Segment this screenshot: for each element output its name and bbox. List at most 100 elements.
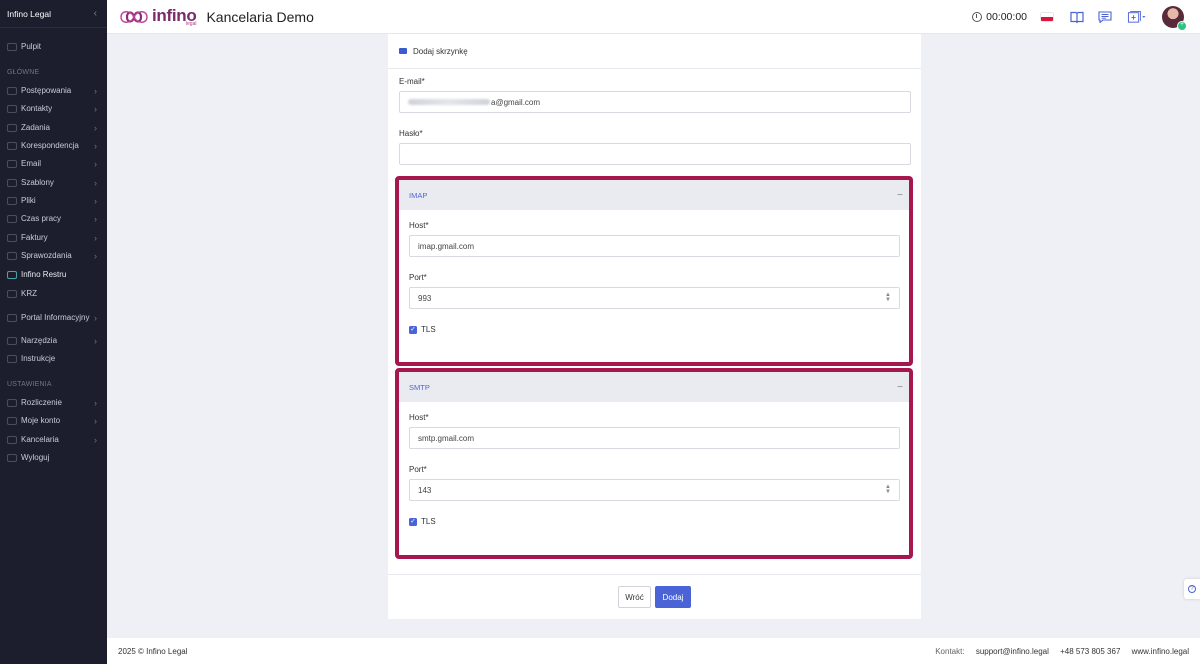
smtp-panel-header[interactable]: SMTP − [399,372,909,402]
chevron-right-icon: › [94,251,97,261]
checkmark-icon: ✓ [409,325,417,334]
sidebar-item-faktury[interactable]: Faktury › [0,232,107,244]
sidebar-item-moje-konto[interactable]: Moje konto › [0,415,107,427]
collapse-icon[interactable]: − [897,382,903,393]
sidebar-item-label: KRZ [21,289,37,298]
smtp-host-input[interactable]: smtp.gmail.com [409,427,900,449]
status-badge: + [1177,21,1187,31]
add-window-icon[interactable] [1126,11,1148,23]
sidebar-item-korespondencja[interactable]: Korespondencja › [0,140,107,152]
sidebar-item-label: Narzędzia [21,336,58,345]
sidebar-item-postępowania[interactable]: Postępowania › [0,85,107,97]
sidebar-item-narzędzia[interactable]: Narzędzia › [0,335,107,347]
imap-panel-header[interactable]: IMAP − [399,180,909,210]
sidebar-item-email[interactable]: Email › [0,158,107,170]
logo[interactable]: infino legal [119,7,197,27]
chat-icon[interactable] [1098,11,1112,23]
mail-icon [7,142,17,150]
smtp-port-stepper[interactable]: 143 ▲ ▼ [409,479,900,501]
collapse-icon[interactable]: − [897,190,903,201]
chevron-right-icon: › [94,336,97,346]
sidebar-item-infino-restru[interactable]: Infino Restru [0,269,107,281]
sidebar-item-kontakty[interactable]: Kontakty › [0,103,107,115]
clock-icon [972,12,983,22]
imap-tls-checkbox[interactable]: ✓ TLS [409,325,436,334]
infinity-icon [7,271,17,279]
smtp-title: SMTP [409,382,430,392]
sidebar-item-rozliczenie[interactable]: Rozliczenie › [0,397,107,409]
sidebar-item-kancelaria[interactable]: Kancelaria › [0,434,107,446]
email-field[interactable]: a@gmail.com [399,91,911,113]
submit-button[interactable]: Dodaj [655,586,691,608]
chevron-right-icon: › [94,214,97,224]
sidebar-item-label: Pliki [21,196,36,205]
envelope-icon [399,48,407,54]
sidebar-item-label: Sprawozdania [21,251,72,260]
imap-port-stepper[interactable]: 993 ▲ ▼ [409,287,900,309]
work-timer[interactable]: 00:00:00 [972,11,1027,23]
page-footer: 2025 © Infino Legal Kontakt: support@inf… [107,638,1200,664]
sidebar-item-label: Portal Informacyjny [21,313,90,322]
sidebar: Infino Legal ‹ Pulpit GŁÓWNE Postępowani… [0,0,107,664]
email-value: a@gmail.com [491,97,541,107]
sidebar-item-instrukcje[interactable]: Instrukcje [0,353,107,365]
back-button[interactable]: Wróć [618,586,651,608]
imap-port-label: Port* [409,273,427,282]
clock-icon [7,215,17,223]
chevron-right-icon: › [94,398,97,408]
sidebar-item-sprawozdania[interactable]: Sprawozdania › [0,250,107,262]
sidebar-item-label: Rozliczenie [21,398,62,407]
sidebar-item-label: Korespondencja [21,141,79,150]
chevron-right-icon: › [94,104,97,114]
card-title: Dodaj skrzynkę [413,46,468,56]
chevron-right-icon: › [94,416,97,426]
tools-icon [7,337,17,345]
book-icon [7,355,17,363]
sidebar-item-label: Zadania [21,123,50,132]
sidebar-item-szablony[interactable]: Szablony › [0,177,107,189]
sidebar-item-czas-pracy[interactable]: Czas pracy › [0,213,107,225]
registry-icon [7,290,17,298]
chevron-right-icon: › [94,141,97,151]
chevron-right-icon: › [94,159,97,169]
contact-label: Kontakt: [935,646,965,656]
sidebar-item-zadania[interactable]: Zadania › [0,122,107,134]
password-field[interactable] [399,143,911,165]
portal-icon [7,314,17,322]
imap-panel: IMAP − [395,176,913,366]
chevron-right-icon: › [94,313,97,323]
website-link[interactable]: www.infino.legal [1132,647,1189,656]
spinner-icon[interactable]: ▲ ▼ [885,292,891,303]
sidebar-item-portal-informacyjny[interactable]: Portal Informacyjny › [0,306,107,330]
help-icon: ? [1188,585,1196,593]
app-title: Kancelaria Demo [206,8,314,25]
sidebar-item-pliki[interactable]: Pliki › [0,195,107,207]
sidebar-item-pulpit[interactable]: Pulpit [0,41,107,53]
user-icon [7,417,17,425]
imap-title: IMAP [409,190,428,200]
sidebar-item-label: Wyloguj [21,453,50,462]
support-email-link[interactable]: support@infino.legal [976,647,1049,656]
avatar[interactable]: + [1162,6,1187,31]
book-icon[interactable] [1070,11,1084,23]
password-label: Hasło* [399,129,423,138]
smtp-host-label: Host* [409,413,429,422]
dashboard-icon [7,43,17,51]
redacted-text [408,99,490,105]
gavel-icon [7,87,17,95]
smtp-tls-checkbox[interactable]: ✓ TLS [409,517,436,526]
reports-icon [7,252,17,260]
help-button[interactable]: ? [1184,579,1200,599]
sidebar-item-krz[interactable]: KRZ [0,288,107,300]
logout-icon [7,454,17,462]
sidebar-item-label: Email [21,159,42,168]
topbar: infino legal Kancelaria Demo 00:00:00 + [107,0,1200,34]
email-icon [7,160,17,168]
chevron-left-icon[interactable]: ‹ [94,8,97,19]
sidebar-item-wyloguj[interactable]: Wyloguj [0,452,107,464]
phone-link[interactable]: +48 573 805 367 [1060,647,1120,656]
poland-flag-icon[interactable] [1041,13,1053,21]
spinner-icon[interactable]: ▲ ▼ [885,484,891,495]
imap-host-input[interactable]: imap.gmail.com [409,235,900,257]
sidebar-item-label: Czas pracy [21,214,62,223]
